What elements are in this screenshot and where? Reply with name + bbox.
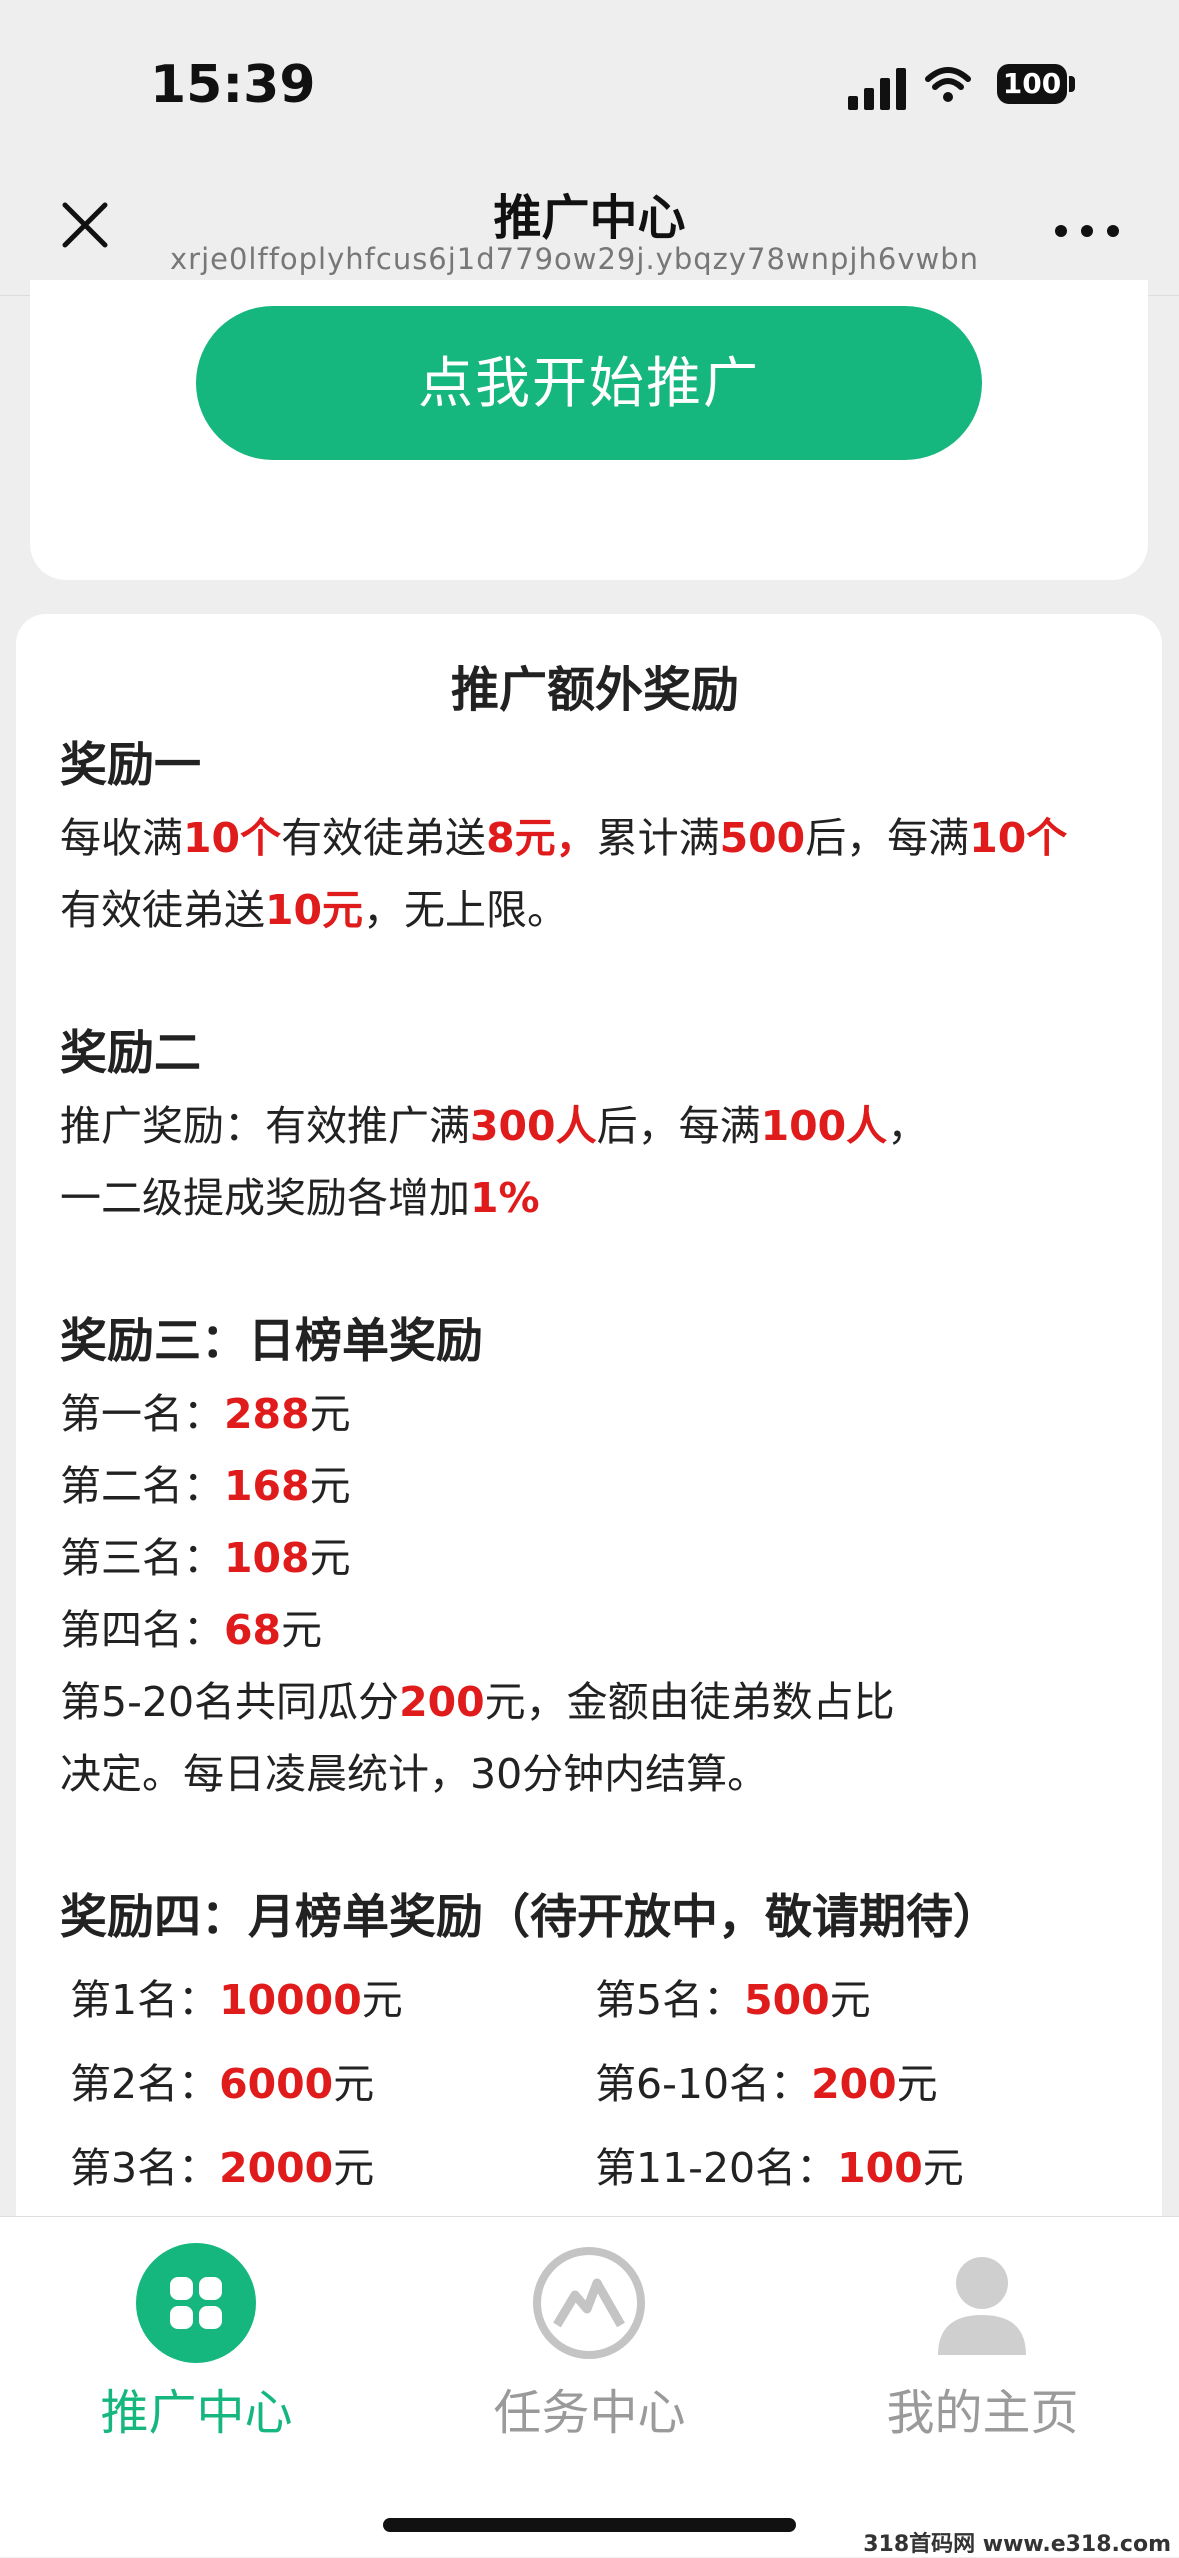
tab-label: 任务中心 <box>493 2385 686 2441</box>
tab-task-center[interactable]: 任务中心 <box>393 2217 786 2447</box>
watermark: 318首码网 www.e318.com <box>863 2532 1171 2557</box>
status-bar: 15:39 100 <box>0 0 1179 170</box>
tab-my-homepage[interactable]: 我的主页 <box>786 2217 1179 2447</box>
rewards-heading: 推广额外奖励 <box>450 662 739 718</box>
cellular-signal-icon <box>848 68 906 110</box>
rewards-content: 推广额外奖励 奖励一 每收满10个有效徒弟送8元，累计满500后，每满10个 有效… <box>60 654 1130 2216</box>
reward-2-title: 奖励二 <box>60 1026 201 1081</box>
tab-label: 我的主页 <box>886 2385 1079 2441</box>
start-promotion-button[interactable]: 点我开始推广 <box>196 306 982 460</box>
daily-rank-item: 第三名：108元 <box>60 1534 351 1582</box>
monthly-rank-row: 第1名：10000元 第5名：500元 <box>70 1976 871 2024</box>
grid-icon <box>136 2243 256 2363</box>
reward-2-text: 推广奖励：有效推广满300人后，每满100人， 一二级提成奖励各增加1% <box>60 1102 929 1222</box>
daily-rank-item: 第四名：68元 <box>60 1606 323 1654</box>
wifi-icon <box>925 67 971 102</box>
reward-1-title: 奖励一 <box>60 738 201 793</box>
daily-rank-item: 第二名：168元 <box>60 1462 351 1510</box>
nav-bar: 推广中心 xrje0lffoplyhfcus6j1d779ow29j.ybqzy… <box>0 170 1179 296</box>
rewards-card: 推广额外奖励 奖励一 每收满10个有效徒弟送8元，累计满500后，每满10个 有效… <box>16 614 1162 2334</box>
reward-4-title: 奖励四：月榜单奖励（待开放中，敬请期待） <box>60 1890 1000 1945</box>
monthly-rank-row: 第3名：2000元 第11-20名：100元 <box>70 2144 964 2192</box>
daily-rank-item: 第一名：288元 <box>60 1390 351 1438</box>
reward-1-text: 每收满10个有效徒弟送8元，累计满500后，每满10个 有效徒弟送10元，无上限。 <box>60 814 1068 934</box>
page-url: xrje0lffoplyhfcus6j1d779ow29j.ybqzy78wnp… <box>170 242 979 276</box>
status-time: 15:39 <box>150 55 316 115</box>
monthly-rank-grid: 第1名：10000元 第5名：500元 第2名：6000元 第6-10名：200… <box>60 1964 1130 2216</box>
tab-label: 推广中心 <box>100 2385 293 2441</box>
battery-icon: 100 <box>997 64 1067 104</box>
more-icon[interactable] <box>1055 215 1125 245</box>
mountain-icon <box>533 2247 645 2359</box>
user-icon <box>938 2257 1026 2355</box>
home-indicator <box>383 2518 796 2532</box>
bottom-tab-bar: 推广中心 任务中心 我的主页 <box>0 2216 1179 2557</box>
page-title: 推广中心 <box>493 190 686 246</box>
cta-card: 点我开始推广 <box>30 280 1148 580</box>
monthly-rank-row: 第2名：6000元 第6-10名：200元 <box>70 2060 938 2108</box>
daily-rank-note: 第5-20名共同瓜分200元，金额由徒弟数占比 决定。每日凌晨统计，30分钟内结算… <box>60 1678 895 1798</box>
battery-tip <box>1069 76 1075 92</box>
reward-3-title: 奖励三：日榜单奖励 <box>60 1314 483 1369</box>
tab-promotion-center[interactable]: 推广中心 <box>0 2217 393 2447</box>
